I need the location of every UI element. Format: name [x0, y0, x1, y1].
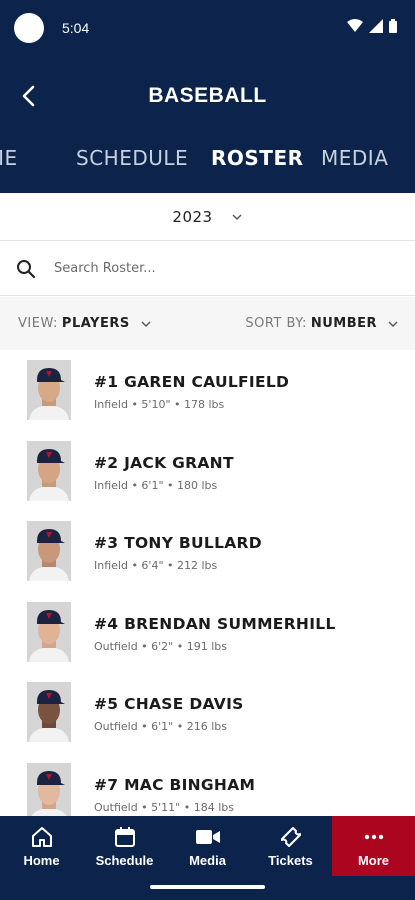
- player-name: #2 JACK GRANT: [94, 453, 234, 472]
- nav-schedule[interactable]: Schedule: [83, 816, 166, 876]
- player-details: Infield • 5'10" • 178 lbs: [94, 398, 225, 411]
- player-name: #5 CHASE DAVIS: [94, 695, 244, 713]
- video-camera-icon: [195, 829, 220, 844]
- status-time: 5:04: [62, 20, 90, 36]
- tab-home[interactable]: HOME: [0, 146, 18, 170]
- nav-media[interactable]: Media: [166, 816, 249, 876]
- chevron-down-icon: [388, 321, 398, 327]
- wifi-icon: [347, 19, 363, 32]
- player-photo: [27, 682, 71, 742]
- player-row[interactable]: #7 MAC BINGHAM Outfield • 5'11" • 184 lb…: [0, 753, 415, 816]
- nav-media-label: Media: [189, 852, 226, 868]
- player-details: Outfield • 6'1" • 216 lbs: [94, 720, 227, 733]
- chevron-down-icon: [232, 214, 242, 220]
- page-title: BASEBALL: [148, 84, 267, 107]
- tab-schedule[interactable]: SCHEDULE: [76, 146, 188, 170]
- battery-icon: [389, 19, 397, 33]
- gesture-bar: [0, 876, 415, 900]
- tab-media[interactable]: MEDIA: [321, 146, 388, 170]
- sort-filter[interactable]: SORT BY: NUMBER: [245, 316, 399, 331]
- season-selector[interactable]: 2023: [0, 193, 415, 241]
- app-header: BASEBALL HOME SCHEDULE ROSTER MEDIA: [0, 56, 415, 193]
- player-photo: [27, 521, 71, 581]
- roster-list: #1 GAREN CAULFIELD Infield • 5'10" • 178…: [0, 350, 415, 816]
- ticket-icon: [280, 826, 301, 847]
- player-row[interactable]: #5 CHASE DAVIS Outfield • 6'1" • 216 lbs: [0, 672, 415, 753]
- status-bar: 5:04: [0, 0, 415, 56]
- player-details: Infield • 6'1" • 180 lbs: [94, 478, 218, 492]
- search-bar: [0, 242, 415, 296]
- nav-tickets-label: Tickets: [268, 852, 313, 868]
- view-filter[interactable]: VIEW: PLAYERS: [18, 316, 152, 331]
- nav-home[interactable]: Home: [0, 816, 83, 876]
- nav-tickets[interactable]: Tickets: [249, 816, 332, 876]
- more-dots-icon: [364, 834, 383, 839]
- player-name: #1 GAREN CAULFIELD: [94, 373, 290, 391]
- player-name: #4 BRENDAN SUMMERHILL: [94, 614, 336, 633]
- player-photo: [27, 360, 71, 420]
- player-photo: [27, 762, 71, 816]
- player-row[interactable]: #3 TONY BULLARD Infield • 6'4" • 212 lbs: [0, 511, 415, 592]
- nav-schedule-label: Schedule: [95, 852, 154, 868]
- camera-cutout: [14, 13, 44, 43]
- player-details: Outfield • 6'2" • 191 lbs: [94, 639, 227, 653]
- bottom-nav: Home Schedule Media Tickets More: [0, 816, 415, 876]
- search-icon: [17, 259, 36, 278]
- player-photo: [27, 601, 71, 662]
- home-icon: [31, 826, 52, 847]
- home-gesture-pill[interactable]: [150, 885, 265, 889]
- nav-more-label: More: [357, 852, 390, 868]
- nav-home-label: Home: [23, 852, 60, 868]
- calendar-icon: [114, 826, 135, 847]
- player-row[interactable]: #2 JACK GRANT Infield • 6'1" • 180 lbs: [0, 431, 415, 512]
- section-tabs: HOME SCHEDULE ROSTER MEDIA: [0, 140, 415, 180]
- chevron-down-icon: [141, 321, 151, 327]
- view-label: VIEW:: [18, 316, 58, 331]
- player-row[interactable]: #1 GAREN CAULFIELD Infield • 5'10" • 178…: [0, 350, 415, 431]
- player-name: #7 MAC BINGHAM: [94, 775, 256, 794]
- view-value: PLAYERS: [61, 316, 130, 331]
- sort-value: NUMBER: [310, 316, 377, 331]
- system-icons: [347, 19, 397, 33]
- player-details: Infield • 6'4" • 212 lbs: [94, 559, 218, 572]
- search-input[interactable]: [54, 261, 354, 276]
- tab-roster[interactable]: ROSTER: [211, 146, 304, 170]
- season-year: 2023: [172, 207, 213, 226]
- signal-icon: [369, 19, 383, 33]
- player-name: #3 TONY BULLARD: [94, 534, 262, 552]
- player-row[interactable]: #4 BRENDAN SUMMERHILL Outfield • 6'2" • …: [0, 592, 415, 673]
- nav-more[interactable]: More: [332, 816, 415, 876]
- player-details: Outfield • 5'11" • 184 lbs: [94, 800, 234, 814]
- player-photo: [27, 440, 71, 501]
- filter-bar: VIEW: PLAYERS SORT BY: NUMBER: [0, 297, 415, 350]
- sort-label: SORT BY:: [245, 316, 307, 331]
